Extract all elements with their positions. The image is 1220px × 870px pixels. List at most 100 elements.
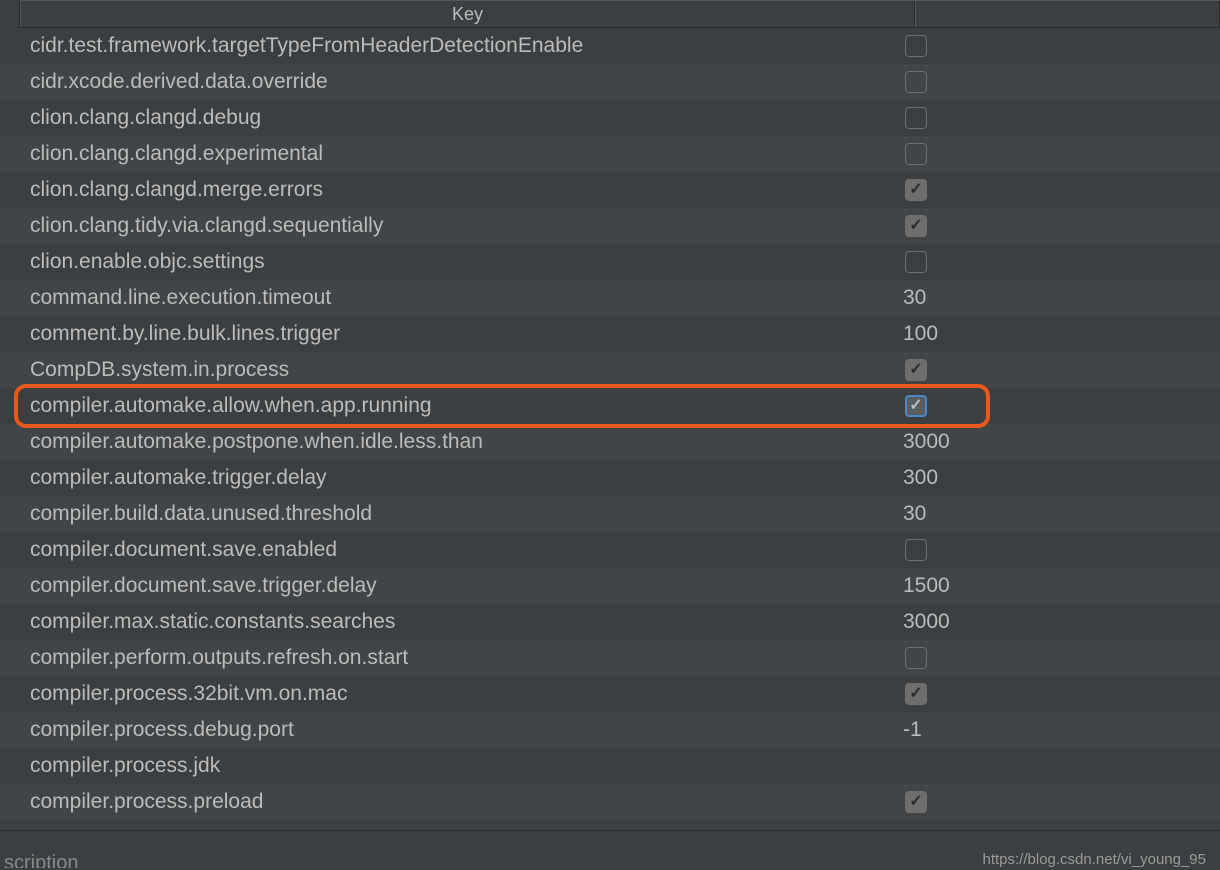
table-row[interactable]: compiler.process.debug.port -1: [0, 712, 1220, 748]
registry-key-text: comment.by.line.bulk.lines.trigger: [30, 322, 340, 345]
registry-key-text: compiler.process.debug.port: [30, 718, 294, 741]
registry-key-cell: compiler.document.save.trigger.delay: [0, 574, 895, 598]
check-icon: ✓: [909, 794, 922, 810]
registry-key-cell: compiler.process.jdk: [0, 754, 895, 778]
table-row[interactable]: compiler.automake.trigger.delay 300: [0, 460, 1220, 496]
registry-value-cell[interactable]: [895, 35, 1220, 57]
table-row[interactable]: compiler.process.jdk: [0, 748, 1220, 784]
registry-key-text: compiler.automake.postpone.when.idle.les…: [30, 430, 483, 453]
registry-key-cell: command.line.execution.timeout: [0, 286, 895, 310]
header-key-label: Key: [452, 4, 483, 25]
registry-key-cell: compiler.automake.postpone.when.idle.les…: [0, 430, 895, 454]
registry-value-cell[interactable]: [895, 71, 1220, 93]
description-label-partial: scription: [4, 852, 78, 868]
header-key-column[interactable]: Key: [20, 1, 915, 27]
registry-key-cell: comment.by.line.bulk.lines.trigger: [0, 322, 895, 346]
registry-checkbox[interactable]: ✓: [905, 215, 927, 237]
registry-value-cell[interactable]: ✓: [895, 179, 1220, 201]
registry-key-text: clion.enable.objc.settings: [30, 250, 265, 273]
registry-value-cell[interactable]: 30: [895, 286, 1220, 310]
registry-checkbox[interactable]: ✓: [905, 395, 927, 417]
registry-value-cell[interactable]: ✓: [895, 683, 1220, 705]
registry-key-text: compiler.document.save.enabled: [30, 538, 337, 561]
table-row[interactable]: compiler.perform.outputs.refresh.on.star…: [0, 640, 1220, 676]
registry-key-text: compiler.process.jdk: [30, 754, 220, 777]
registry-value-cell[interactable]: ✓: [895, 791, 1220, 813]
registry-key-cell: compiler.process.preload: [0, 790, 895, 814]
registry-key-text: compiler.automake.trigger.delay: [30, 466, 327, 489]
registry-key-text: clion.clang.tidy.via.clangd.sequentially: [30, 214, 383, 237]
registry-checkbox[interactable]: ✓: [905, 791, 927, 813]
registry-key-cell: clion.enable.objc.settings: [0, 250, 895, 274]
table-row[interactable]: compiler.max.static.constants.searches30…: [0, 604, 1220, 640]
registry-checkbox[interactable]: ✓: [905, 359, 927, 381]
header-value-column[interactable]: [915, 1, 1220, 27]
table-row[interactable]: clion.clang.clangd.experimental: [0, 136, 1220, 172]
table-row[interactable]: comment.by.line.bulk.lines.trigger 100: [0, 316, 1220, 352]
table-row[interactable]: cidr.xcode.derived.data.override: [0, 64, 1220, 100]
registry-key-text: compiler.build.data.unused.threshold: [30, 502, 372, 525]
registry-key-cell: clion.clang.clangd.merge.errors: [0, 178, 895, 202]
bottom-bar: scription https://blog.csdn.net/vi_young…: [0, 830, 1220, 870]
registry-value-cell[interactable]: [895, 647, 1220, 669]
registry-value-cell[interactable]: 100: [895, 322, 1220, 346]
table-row[interactable]: clion.enable.objc.settings: [0, 244, 1220, 280]
check-icon: ✓: [909, 218, 922, 234]
gutter: [0, 0, 20, 28]
table-row[interactable]: compiler.automake.postpone.when.idle.les…: [0, 424, 1220, 460]
registry-value-cell[interactable]: ✓: [895, 395, 1220, 417]
registry-value-text: 3000: [903, 430, 950, 454]
registry-checkbox[interactable]: [905, 539, 927, 561]
table-row[interactable]: compiler.document.save.trigger.delay 1500: [0, 568, 1220, 604]
registry-value-text: 100: [903, 322, 938, 346]
table-header: Key: [0, 0, 1220, 28]
registry-key-cell: compiler.process.debug.port: [0, 718, 895, 742]
table-row[interactable]: compiler.build.data.unused.threshold 30: [0, 496, 1220, 532]
registry-key-cell: compiler.automake.allow.when.app.running: [0, 394, 895, 418]
table-row[interactable]: compiler.process.preload ✓: [0, 784, 1220, 820]
registry-value-text: -1: [903, 718, 922, 742]
registry-checkbox[interactable]: [905, 251, 927, 273]
table-row[interactable]: cidr.test.framework.targetTypeFromHeader…: [0, 28, 1220, 64]
registry-key-text: clion.clang.clangd.merge.errors: [30, 178, 323, 201]
registry-checkbox[interactable]: [905, 71, 927, 93]
table-row[interactable]: clion.clang.tidy.via.clangd.sequentially…: [0, 208, 1220, 244]
registry-value-cell[interactable]: ✓: [895, 359, 1220, 381]
registry-value-cell[interactable]: [895, 539, 1220, 561]
registry-checkbox[interactable]: [905, 647, 927, 669]
table-row[interactable]: clion.clang.clangd.debug: [0, 100, 1220, 136]
registry-value-cell[interactable]: 30: [895, 502, 1220, 526]
registry-value-cell[interactable]: 300: [895, 466, 1220, 490]
registry-key-cell: cidr.xcode.derived.data.override: [0, 70, 895, 94]
table-row[interactable]: command.line.execution.timeout 30: [0, 280, 1220, 316]
registry-value-text: 3000: [903, 610, 950, 634]
table-row[interactable]: CompDB.system.in.process✓: [0, 352, 1220, 388]
registry-table-body: cidr.test.framework.targetTypeFromHeader…: [0, 28, 1220, 820]
registry-checkbox[interactable]: [905, 107, 927, 129]
registry-checkbox[interactable]: ✓: [905, 683, 927, 705]
table-row[interactable]: compiler.document.save.enabled: [0, 532, 1220, 568]
registry-value-cell[interactable]: 1500: [895, 574, 1220, 598]
table-row[interactable]: compiler.process.32bit.vm.on.mac ✓: [0, 676, 1220, 712]
registry-value-cell[interactable]: 3000: [895, 430, 1220, 454]
registry-key-text: command.line.execution.timeout: [30, 286, 331, 309]
check-icon: ✓: [909, 398, 922, 414]
registry-key-text: compiler.perform.outputs.refresh.on.star…: [30, 646, 408, 669]
registry-checkbox[interactable]: [905, 143, 927, 165]
registry-value-cell[interactable]: [895, 251, 1220, 273]
registry-checkbox[interactable]: [905, 35, 927, 57]
registry-value-cell[interactable]: -1: [895, 718, 1220, 742]
table-row[interactable]: compiler.automake.allow.when.app.running…: [0, 388, 1220, 424]
registry-key-text: compiler.process.preload: [30, 790, 263, 813]
registry-key-text: compiler.automake.allow.when.app.running: [30, 394, 432, 417]
check-icon: ✓: [909, 362, 922, 378]
registry-key-text: compiler.process.32bit.vm.on.mac: [30, 682, 347, 705]
registry-value-cell[interactable]: ✓: [895, 215, 1220, 237]
table-row[interactable]: clion.clang.clangd.merge.errors ✓: [0, 172, 1220, 208]
registry-value-cell[interactable]: [895, 107, 1220, 129]
registry-value-cell[interactable]: [895, 143, 1220, 165]
registry-key-text: compiler.document.save.trigger.delay: [30, 574, 377, 597]
registry-checkbox[interactable]: ✓: [905, 179, 927, 201]
registry-key-cell: clion.clang.clangd.experimental: [0, 142, 895, 166]
registry-value-cell[interactable]: 3000: [895, 610, 1220, 634]
